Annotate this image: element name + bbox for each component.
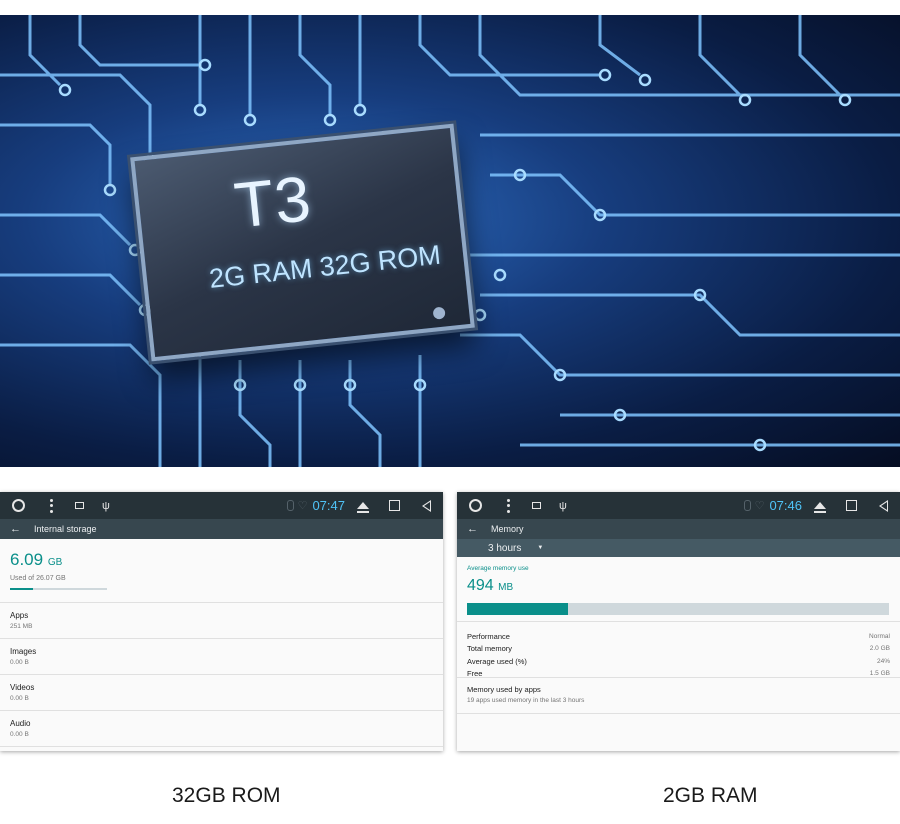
memory-stat-row: Performance Normal: [467, 630, 890, 643]
wifi-icon: ♡: [297, 500, 308, 512]
storage-screen: ψ ♡ 07:47 ← Internal storage 6.09 GB Use…: [0, 492, 443, 751]
category-size: 251 MB: [10, 623, 33, 630]
caption-ram: 2GB RAM: [663, 784, 758, 807]
clock-time: 07:47: [312, 498, 345, 513]
storage-progress: [10, 588, 107, 590]
memory-usage-fill: [467, 603, 569, 615]
stat-key: Total memory: [467, 644, 513, 654]
eject-icon[interactable]: [357, 502, 369, 513]
period-selector[interactable]: 3 hours ▼: [457, 539, 900, 557]
stat-key: Performance: [467, 631, 510, 641]
clock-time: 07:46: [769, 498, 802, 513]
recent-apps-icon[interactable]: [846, 500, 857, 511]
stat-value: 1.5 GB: [869, 670, 890, 678]
back-triangle-icon[interactable]: [879, 499, 888, 512]
back-arrow-icon[interactable]: ←: [467, 523, 485, 535]
memory-usage-bar: [467, 603, 889, 615]
used-value: 6.09: [10, 550, 44, 569]
avg-memory-label: Average memory use: [467, 565, 529, 572]
avg-memory-unit: MB: [498, 582, 514, 593]
hero-circuit-image: T3 2G RAM 32G ROM: [0, 15, 900, 467]
more-vert-icon[interactable]: [506, 498, 510, 513]
storage-category-row[interactable]: Videos 0.00 B: [0, 675, 443, 711]
home-circle-icon[interactable]: [469, 499, 482, 512]
avg-memory: 494 MB: [467, 577, 890, 597]
caption-rom: 32GB ROM: [172, 784, 281, 807]
avg-memory-value: 494: [467, 577, 494, 594]
memory-by-apps[interactable]: Memory used by apps 19 apps used memory …: [457, 678, 900, 714]
stat-value: 2.0 GB: [869, 645, 890, 653]
app-bar: ← Memory: [457, 519, 900, 539]
used-unit: GB: [47, 557, 63, 568]
stat-value: 24%: [876, 657, 890, 665]
category-name: Audio: [10, 719, 31, 728]
bluetooth-icon: [743, 500, 751, 511]
storage-progress-fill: [10, 588, 33, 590]
used-of-total: Used of 26.07 GB: [10, 575, 66, 582]
back-arrow-icon[interactable]: ←: [10, 523, 28, 535]
category-size: 0.00 B: [10, 659, 29, 666]
app-bar: ← Internal storage: [0, 519, 443, 539]
more-vert-icon[interactable]: [49, 498, 53, 513]
processor-chip: T3 2G RAM 32G ROM: [130, 123, 475, 362]
usb-icon: ψ: [102, 499, 110, 512]
chip-title: T3: [231, 162, 315, 242]
used-storage: 6.09 GB: [10, 551, 433, 572]
memory-screen: ψ ♡ 07:46 ← Memory 3 hours ▼ Average mem…: [457, 492, 900, 751]
apps-title: Memory used by apps: [467, 685, 541, 694]
stat-key: Average used (%): [467, 656, 527, 666]
period-value: 3 hours: [488, 542, 522, 554]
memory-summary: Average memory use 494 MB: [457, 557, 900, 622]
category-name: Images: [10, 647, 37, 656]
chip-spec: 2G RAM 32G ROM: [207, 239, 443, 294]
recent-apps-icon[interactable]: [389, 500, 400, 511]
wifi-icon: ♡: [754, 500, 765, 512]
status-bar: ψ ♡ 07:46: [457, 492, 900, 519]
stat-value: Normal: [869, 632, 890, 640]
memory-stat-row: Total memory 2.0 GB: [467, 643, 890, 656]
storage-category-row[interactable]: Apps 251 MB: [0, 603, 443, 639]
status-bar: ψ ♡ 07:47: [0, 492, 443, 519]
storage-category-row[interactable]: Images 0.00 B: [0, 639, 443, 675]
image-icon: [532, 502, 541, 509]
memory-stat-row: Average used (%) 24%: [467, 655, 890, 668]
category-name: Videos: [10, 683, 35, 692]
usb-icon: ψ: [559, 499, 567, 512]
memory-stats: Performance Normal Total memory 2.0 GB Avera…: [457, 622, 900, 678]
storage-summary: 6.09 GB Used of 26.07 GB: [0, 539, 443, 603]
storage-categories: Apps 251 MB Images 0.00 B Videos 0.00 B Audio 0…: [0, 603, 443, 747]
home-circle-icon[interactable]: [12, 499, 25, 512]
storage-category-row[interactable]: Audio 0.00 B: [0, 711, 443, 747]
back-triangle-icon[interactable]: [422, 499, 431, 512]
eject-icon[interactable]: [814, 502, 826, 513]
chip-marker: [432, 306, 446, 320]
stat-key: Free: [467, 669, 483, 679]
category-size: 0.00 B: [10, 695, 29, 702]
page-title: Memory: [491, 524, 524, 534]
apps-subtitle: 19 apps used memory in the last 3 hours: [467, 697, 585, 704]
image-icon: [75, 502, 84, 509]
category-size: 0.00 B: [10, 731, 29, 738]
category-name: Apps: [10, 611, 29, 620]
dropdown-caret-icon: ▼: [537, 545, 544, 551]
bluetooth-icon: [286, 500, 294, 511]
page-title: Internal storage: [34, 524, 97, 534]
